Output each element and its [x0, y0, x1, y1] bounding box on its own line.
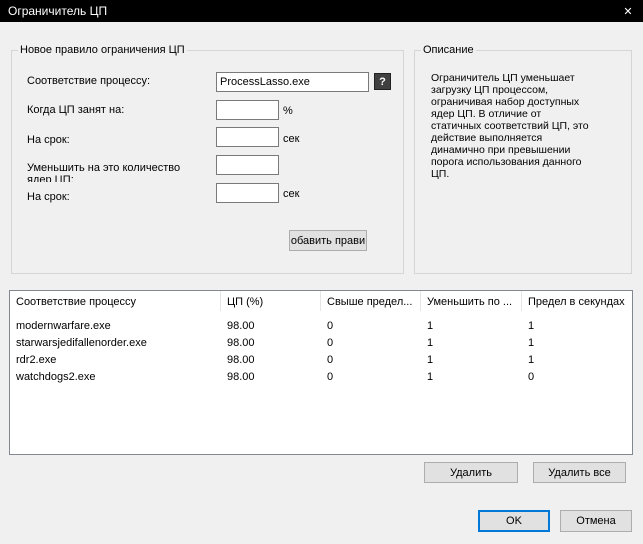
close-icon: ✕	[623, 5, 633, 18]
duration2-label: На срок:	[27, 191, 70, 203]
column-header-cpu[interactable]: ЦП (%)	[221, 291, 321, 311]
cell-cpu: 98.00	[227, 337, 255, 349]
cell-reduce-by: 1	[427, 354, 434, 366]
cell-cpu: 98.00	[227, 320, 255, 332]
delete-all-button[interactable]: Удалить все	[533, 462, 626, 483]
list-header: Соответствие процессу ЦП (%) Свыше преде…	[10, 291, 632, 311]
sec-unit-2: сек	[283, 188, 300, 200]
cell-over-limit: 0	[327, 354, 334, 366]
cell-over-limit: 0	[327, 337, 334, 349]
duration-input[interactable]	[216, 127, 279, 147]
duration-label: На срок:	[27, 134, 70, 146]
cell-limit-seconds: 1	[528, 320, 535, 332]
window-title: Ограничитель ЦП	[8, 4, 108, 18]
rules-list[interactable]: Соответствие процессу ЦП (%) Свыше преде…	[9, 290, 633, 455]
cell-process: watchdogs2.exe	[16, 371, 96, 383]
cell-reduce-by: 1	[427, 320, 434, 332]
delete-button[interactable]: Удалить	[424, 462, 518, 483]
column-header-process[interactable]: Соответствие процессу	[10, 291, 221, 311]
cell-reduce-by: 1	[427, 371, 434, 383]
ok-button[interactable]: OK	[478, 510, 550, 532]
table-row[interactable]: modernwarfare.exe 98.00 0 1 1	[10, 318, 632, 335]
cell-limit-seconds: 0	[528, 371, 535, 383]
cancel-button[interactable]: Отмена	[560, 510, 632, 532]
description-text: Ограничитель ЦП уменьшает загрузку ЦП пр…	[431, 72, 589, 180]
cell-process: rdr2.exe	[16, 354, 57, 366]
table-row[interactable]: watchdogs2.exe 98.00 0 1 0	[10, 369, 632, 386]
cell-limit-seconds: 1	[528, 337, 535, 349]
reduce-cores-input[interactable]	[216, 155, 279, 175]
cell-over-limit: 0	[327, 371, 334, 383]
process-match-label: Соответствие процессу:	[27, 75, 151, 87]
column-header-over-limit[interactable]: Свыше предел...	[321, 291, 421, 311]
cpu-busy-label: Когда ЦП занят на:	[27, 104, 125, 116]
title-bar: Ограничитель ЦП ✕	[0, 0, 643, 22]
cell-cpu: 98.00	[227, 371, 255, 383]
description-group-title: Описание	[421, 44, 476, 56]
cell-limit-seconds: 1	[528, 354, 535, 366]
help-button[interactable]: ?	[374, 73, 391, 90]
duration2-input[interactable]	[216, 183, 279, 203]
cell-over-limit: 0	[327, 320, 334, 332]
process-match-input[interactable]	[216, 72, 369, 92]
cpu-busy-input[interactable]	[216, 100, 279, 120]
sec-unit: сек	[283, 133, 300, 145]
cell-cpu: 98.00	[227, 354, 255, 366]
add-rule-button[interactable]: обавить прави	[289, 230, 367, 251]
percent-unit: %	[283, 105, 293, 117]
table-row[interactable]: rdr2.exe 98.00 0 1 1	[10, 352, 632, 369]
reduce-cores-label: Уменьшить на это количество ядер ЦП:	[27, 162, 181, 182]
close-button[interactable]: ✕	[613, 0, 643, 22]
column-header-reduce-by[interactable]: Уменьшить по ...	[421, 291, 522, 311]
cell-process: starwarsjedifallenorder.exe	[16, 337, 147, 349]
help-icon: ?	[379, 75, 386, 88]
table-row[interactable]: starwarsjedifallenorder.exe 98.00 0 1 1	[10, 335, 632, 352]
cell-process: modernwarfare.exe	[16, 320, 111, 332]
cell-reduce-by: 1	[427, 337, 434, 349]
new-rule-group-title: Новое правило ограничения ЦП	[18, 44, 187, 56]
column-header-limit-seconds[interactable]: Предел в секундах	[522, 291, 634, 311]
